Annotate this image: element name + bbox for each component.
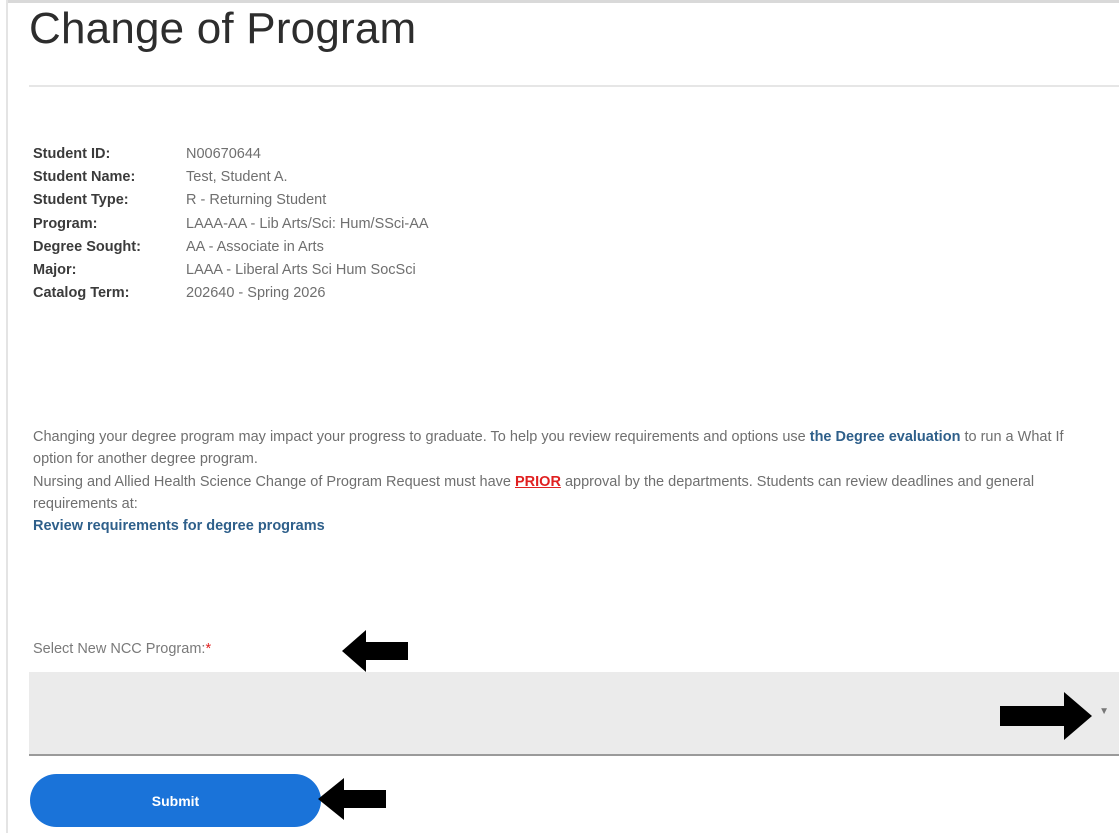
degree-change-notice: Changing your degree program may impact … (33, 426, 1103, 470)
notice-text: Changing your degree program may impact … (33, 429, 810, 445)
info-row-major: Major: LAAA - Liberal Arts Sci Hum SocSc… (33, 258, 429, 281)
review-requirements-link[interactable]: Review requirements for degree programs (33, 518, 325, 534)
info-label: Catalog Term: (33, 285, 130, 302)
prior-emphasis: PRIOR (515, 474, 561, 490)
info-row-student-name: Student Name: Test, Student A. (33, 165, 429, 188)
info-row-degree-sought: Degree Sought: AA - Associate in Arts (33, 235, 429, 258)
required-marker: * (205, 641, 212, 657)
left-border (6, 0, 8, 833)
degree-evaluation-link[interactable]: the Degree evaluation (810, 429, 961, 445)
info-label: Student Name: (33, 168, 136, 185)
arrow-annotation-icon (1000, 692, 1092, 740)
student-info: Student ID: N00670644 Student Name: Test… (33, 142, 429, 305)
title-divider (29, 85, 1119, 87)
program-select-label-text: Select New NCC Program: (33, 641, 206, 657)
info-label: Major: (33, 262, 77, 279)
notice-text: Nursing and Allied Health Science Change… (33, 474, 515, 490)
info-label: Degree Sought: (33, 238, 141, 255)
chevron-down-icon[interactable]: ▼ (1099, 706, 1109, 717)
info-label: Student Type: (33, 192, 129, 209)
info-label: Student ID: (33, 145, 111, 162)
info-label: Program: (33, 215, 98, 232)
page-title: Change of Program (29, 4, 417, 53)
info-value: Test, Student A. (186, 168, 288, 185)
info-row-catalog-term: Catalog Term: 202640 - Spring 2026 (33, 282, 429, 305)
info-value: LAAA-AA - Lib Arts/Sci: Hum/SSci-AA (186, 215, 429, 232)
info-row-student-id: Student ID: N00670644 (33, 142, 429, 165)
info-value: 202640 - Spring 2026 (186, 285, 326, 302)
info-value: AA - Associate in Arts (186, 238, 324, 255)
arrow-annotation-icon (318, 778, 386, 820)
program-select[interactable]: ▼ (29, 672, 1119, 756)
info-value: N00670644 (186, 145, 261, 162)
info-value: R - Returning Student (186, 192, 327, 209)
program-select-label: Select New NCC Program:* (33, 641, 211, 657)
nursing-notice: Nursing and Allied Health Science Change… (33, 471, 1103, 537)
arrow-annotation-icon (342, 630, 408, 672)
info-row-student-type: Student Type: R - Returning Student (33, 189, 429, 212)
info-value: LAAA - Liberal Arts Sci Hum SocSci (186, 262, 416, 279)
top-border (6, 0, 1119, 3)
submit-button[interactable]: Submit (30, 774, 321, 827)
info-row-program: Program: LAAA-AA - Lib Arts/Sci: Hum/SSc… (33, 212, 429, 235)
